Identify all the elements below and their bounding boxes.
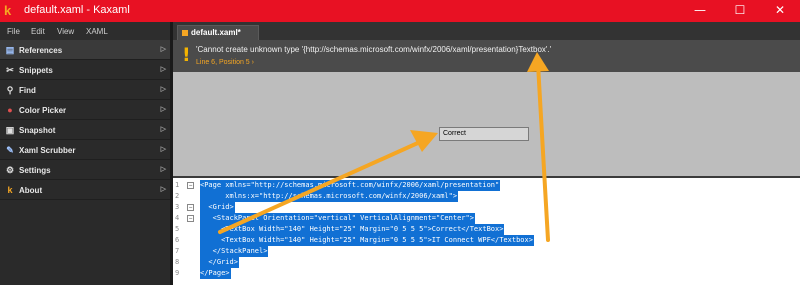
code-line: <TextBox Width="140" Height="25" Margin=… [200, 224, 505, 235]
error-bar: ! 'Cannot create unknown type '{http://s… [173, 40, 800, 72]
menu-edit[interactable]: Edit [31, 27, 45, 36]
settings-icon: ⚙ [5, 165, 15, 175]
expand-arrow-icon: ▷ [160, 126, 166, 133]
line-number: 7 [175, 247, 180, 255]
sidebar-item-snippets[interactable]: ✂ Snippets ▷ [0, 60, 170, 80]
xaml-scrubber-icon: ✎ [6, 145, 14, 155]
close-button[interactable]: ✕ [760, 0, 800, 22]
fold-toggle-icon[interactable]: − [187, 182, 194, 189]
code-line: </StackPanel> [200, 246, 269, 257]
code-line: <Grid> [200, 202, 235, 213]
sidebar-item-snapshot[interactable]: ▣ Snapshot ▷ [0, 120, 170, 140]
sidebar-item-label: Xaml Scrubber [19, 146, 76, 155]
tab-label: default.xaml* [191, 28, 241, 37]
expand-arrow-icon: ▷ [160, 66, 166, 73]
expand-arrow-icon: ▷ [160, 166, 166, 173]
chevron-right-icon: › [251, 59, 254, 66]
sidebar-item-color-picker[interactable]: ● Color Picker ▷ [0, 100, 170, 120]
sidebar-item-xaml-scrubber[interactable]: ✎ Xaml Scrubber ▷ [0, 140, 170, 160]
kaxaml-logo-icon: k [4, 3, 12, 18]
line-number: 4 [175, 214, 180, 222]
expand-arrow-icon: ▷ [160, 86, 166, 93]
preview-textbox-correct[interactable]: Correct [439, 127, 529, 141]
warning-icon: ! [182, 44, 191, 66]
maximize-button[interactable]: ☐ [720, 0, 760, 22]
expand-arrow-icon: ▷ [160, 106, 166, 113]
line-number-gutter: 1 2 3 4 5 6 7 8 9 [173, 178, 185, 285]
color-picker-icon: ● [7, 105, 13, 115]
fold-toggle-icon[interactable]: − [187, 215, 194, 222]
xaml-file-icon [182, 30, 188, 36]
sidebar-item-about[interactable]: k About ▷ [0, 180, 170, 200]
line-number: 8 [175, 258, 180, 266]
menu-bar: File Edit View XAML [0, 22, 170, 40]
code-line: <TextBox Width="140" Height="25" Margin=… [200, 235, 534, 246]
kaxaml-logo-icon: k [7, 185, 13, 195]
line-number: 6 [175, 236, 180, 244]
error-location-link[interactable]: Line 6, Position 5 › [196, 59, 254, 66]
minimize-button[interactable]: — [680, 0, 720, 22]
fold-toggle-icon[interactable]: − [187, 204, 194, 211]
preview-pane: Correct [173, 72, 800, 176]
sidebar-item-references[interactable]: ▤ References ▷ [0, 40, 170, 60]
sidebar-item-label: Snippets [19, 66, 53, 75]
code-line: </Page> [200, 268, 231, 279]
menu-xaml[interactable]: XAML [86, 27, 108, 36]
sidebar-item-label: Find [19, 86, 36, 95]
code-line: <Page xmlns="http://schemas.microsoft.co… [200, 180, 501, 191]
sidebar-item-label: Settings [19, 166, 51, 175]
sidebar-item-label: Snapshot [19, 126, 56, 135]
sidebar-item-find[interactable]: ⚲ Find ▷ [0, 80, 170, 100]
window-title: default.xaml - Kaxaml [24, 4, 130, 16]
references-icon: ▤ [5, 45, 15, 55]
sidebar-item-label: References [19, 46, 63, 55]
expand-arrow-icon: ▷ [160, 46, 166, 53]
menu-view[interactable]: View [57, 27, 74, 36]
error-location: Line 6, Position 5 [196, 59, 250, 66]
find-icon: ⚲ [6, 85, 14, 95]
error-message: 'Cannot create unknown type '{http://sch… [196, 45, 552, 54]
snippets-icon: ✂ [6, 65, 14, 75]
sidebar-item-label: Color Picker [19, 106, 67, 115]
code-editor[interactable]: 1 2 3 4 5 6 7 8 9 − − − <Page xmlns="htt… [173, 178, 800, 285]
line-number: 2 [175, 192, 180, 200]
line-number: 3 [175, 203, 180, 211]
tab-strip: default.xaml* [173, 22, 800, 40]
sidebar-item-settings[interactable]: ⚙ Settings ▷ [0, 160, 170, 180]
tab-default-xaml[interactable]: default.xaml* [177, 25, 259, 40]
line-number: 1 [175, 181, 180, 189]
line-number: 9 [175, 269, 180, 277]
title-bar: k default.xaml - Kaxaml — ☐ ✕ [0, 0, 800, 22]
code-line: <StackPanel Orientation="vertical" Verti… [200, 213, 475, 224]
expand-arrow-icon: ▷ [160, 146, 166, 153]
sidebar-item-label: About [19, 186, 43, 195]
expand-arrow-icon: ▷ [160, 186, 166, 193]
code-line: </Grid> [200, 257, 239, 268]
sidebar: ▤ References ▷ ✂ Snippets ▷ ⚲ Find ▷ ● C… [0, 40, 170, 285]
menu-file[interactable]: File [7, 27, 20, 36]
code-line: xmlns:x="http://schemas.microsoft.com/wi… [200, 191, 459, 202]
line-number: 5 [175, 225, 180, 233]
snapshot-icon: ▣ [5, 125, 15, 135]
